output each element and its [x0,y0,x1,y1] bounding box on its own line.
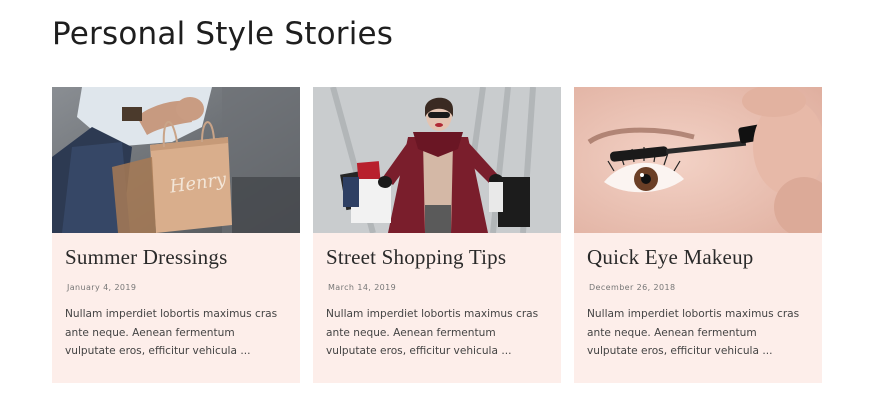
post-card-quick-eye-makeup[interactable]: Quick Eye Makeup December 26, 2018 Nulla… [574,87,822,383]
section-title: Personal Style Stories [52,16,394,52]
post-image-eye-mascara[interactable] [574,87,822,233]
post-excerpt: Nullam imperdiet lobortis maximus cras a… [326,308,539,357]
post-excerpt: Nullam imperdiet lobortis maximus cras a… [65,308,278,357]
post-date: December 26, 2018 [589,283,676,292]
post-excerpt: Nullam imperdiet lobortis maximus cras a… [587,308,800,357]
post-image-woman-red-coat[interactable] [313,87,561,233]
post-image-shopping-bags[interactable]: Henry [52,87,300,233]
post-card-street-shopping-tips[interactable]: Street Shopping Tips March 14, 2019 Null… [313,87,561,383]
post-title[interactable]: Summer Dressings [65,243,287,271]
post-grid: Henry Summer Dressings January 4, 2019 N… [52,87,822,383]
post-card-summer-dressings[interactable]: Henry Summer Dressings January 4, 2019 N… [52,87,300,383]
post-title[interactable]: Quick Eye Makeup [587,243,809,271]
post-card-body: Summer Dressings January 4, 2019 Nullam … [52,233,300,361]
post-date: January 4, 2019 [67,283,137,292]
post-title[interactable]: Street Shopping Tips [326,243,548,271]
post-card-body: Quick Eye Makeup December 26, 2018 Nulla… [574,233,822,361]
post-date: March 14, 2019 [328,283,397,292]
post-card-body: Street Shopping Tips March 14, 2019 Null… [313,233,561,361]
